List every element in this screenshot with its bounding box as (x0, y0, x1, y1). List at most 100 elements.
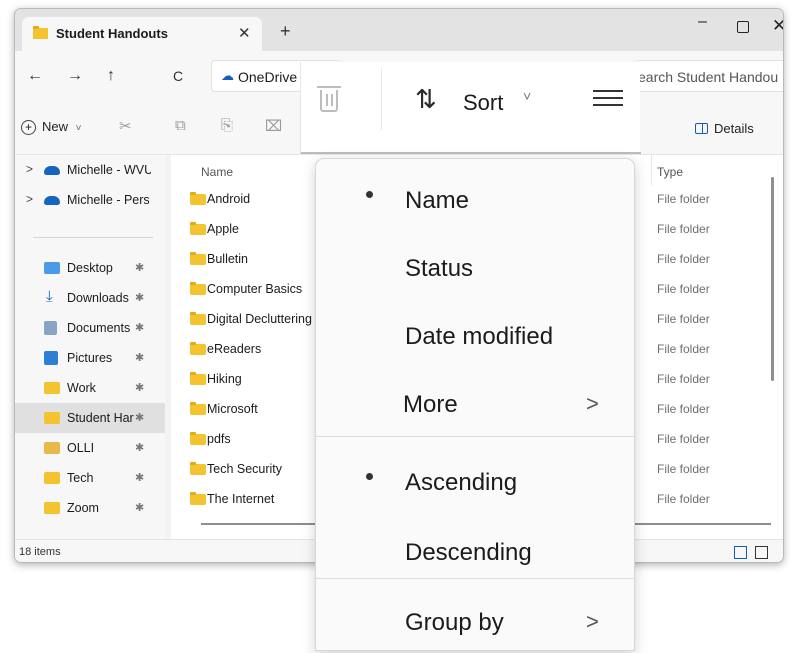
minimize-button[interactable]: – (698, 13, 707, 31)
onedrive-cloud-icon (44, 166, 60, 175)
new-tab-button[interactable]: + (280, 22, 291, 40)
search-placeholder: earch Student Handou (638, 69, 779, 85)
chevron-down-icon: ˅ (75, 123, 82, 134)
pin-icon: ✱ (135, 382, 145, 394)
chevron-right-icon[interactable]: > (26, 192, 33, 206)
menu-item-name[interactable]: Name (316, 163, 634, 231)
column-divider[interactable] (651, 155, 652, 185)
sidebar-item-zoom[interactable]: Zoom ✱ (15, 493, 165, 523)
rename-icon[interactable]: ⌧ (265, 117, 282, 135)
column-header-name[interactable]: Name (201, 165, 233, 179)
pin-icon: ✱ (135, 322, 145, 334)
navigation-pane: > Michelle - WVU > Michelle - Pers Deskt… (15, 155, 165, 539)
file-type: File folder (657, 462, 710, 476)
folder-icon (190, 432, 206, 445)
maximize-button[interactable] (737, 21, 749, 33)
file-name: eReaders (207, 342, 262, 356)
folder-icon (33, 26, 48, 39)
sidebar-item-olli[interactable]: OLLI ✱ (15, 433, 165, 463)
folder-icon (190, 372, 206, 385)
menu-item-label: Name (405, 187, 470, 214)
file-type: File folder (657, 492, 710, 506)
search-input[interactable]: earch Student Handou (635, 60, 783, 92)
pin-icon: ✱ (135, 352, 145, 364)
desktop-icon (44, 262, 60, 274)
view-options-icon[interactable] (593, 90, 623, 110)
tab-student-handouts[interactable]: Student Handouts ✕ (22, 17, 262, 51)
pin-icon: ✱ (135, 412, 145, 424)
sort-arrows-icon[interactable]: ⇅ (415, 86, 437, 112)
sidebar-item-downloads[interactable]: ⤓ Downloads ✱ (15, 283, 165, 313)
menu-item-label: Ascending (405, 469, 518, 496)
menu-item-label: Date modified (405, 323, 554, 350)
close-window-button[interactable]: ✕ (772, 16, 783, 36)
details-view-icon[interactable] (734, 546, 747, 559)
vertical-scrollbar[interactable] (771, 177, 774, 381)
pin-icon: ✱ (135, 442, 145, 454)
folder-icon (190, 492, 206, 505)
sidebar-item-pictures[interactable]: Pictures ✱ (15, 343, 165, 373)
menu-item-date-modified[interactable]: Date modified (316, 299, 634, 367)
sidebar-item-michelle-wvu[interactable]: > Michelle - WVU (15, 155, 165, 185)
sidebar-item-desktop[interactable]: Desktop ✱ (15, 253, 165, 283)
copy-icon[interactable]: ⧉ (175, 117, 186, 134)
sort-button-label[interactable]: Sort (463, 90, 503, 116)
menu-item-more[interactable]: More > (316, 367, 634, 435)
column-header-type[interactable]: Type (657, 165, 683, 179)
sidebar-item-documents[interactable]: Documents ✱ (15, 313, 165, 343)
up-button[interactable]: ↑ (107, 67, 115, 85)
menu-item-group-by[interactable]: Group by > (316, 585, 634, 653)
onedrive-cloud-icon (44, 196, 60, 205)
view-options-line (593, 97, 623, 99)
sidebar-divider (33, 237, 153, 238)
selected-bullet-icon (366, 191, 373, 198)
close-tab-icon[interactable]: ✕ (238, 24, 251, 42)
chevron-down-icon[interactable]: ˅ (523, 88, 531, 104)
plus-icon: + (21, 120, 36, 135)
new-button[interactable]: + New ˅ (21, 119, 81, 135)
folder-icon (190, 312, 206, 325)
file-type: File folder (657, 252, 710, 266)
file-name: Tech Security (207, 462, 283, 476)
forward-button[interactable]: → (67, 67, 83, 85)
details-pane-icon (695, 123, 708, 134)
menu-item-label: More (403, 391, 458, 418)
folder-icon (190, 252, 206, 265)
folder-icon (44, 412, 60, 424)
back-button[interactable]: ← (27, 67, 43, 85)
item-count: 18 items (19, 546, 61, 558)
folder-icon (44, 382, 60, 394)
tiles-view-icon[interactable] (755, 546, 768, 559)
view-options-line (593, 90, 623, 92)
sidebar-item-student-handouts[interactable]: Student Har ✱ (15, 403, 165, 433)
sidebar-item-work[interactable]: Work ✱ (15, 373, 165, 403)
sort-menu: Name Status Date modified More > Ascendi… (315, 158, 635, 651)
sidebar-item-michelle-pers[interactable]: > Michelle - Pers (15, 185, 165, 215)
sidebar-item-tech[interactable]: Tech ✱ (15, 463, 165, 493)
delete-icon[interactable] (317, 86, 341, 112)
chevron-right-icon[interactable]: > (26, 162, 33, 176)
delete-icon-body (320, 90, 338, 112)
cut-icon[interactable]: ✂ (119, 117, 132, 135)
sidebar-item-label: Michelle - WVU (67, 163, 151, 177)
refresh-button[interactable]: C (173, 68, 183, 84)
menu-item-status[interactable]: Status (316, 231, 634, 299)
paste-icon[interactable]: ⎘ (221, 117, 233, 134)
menu-item-descending[interactable]: Descending (316, 515, 634, 583)
folder-icon (190, 192, 206, 205)
pin-icon: ✱ (135, 472, 145, 484)
pin-icon: ✱ (135, 262, 145, 274)
sort-toolbar-zoom: ⇅ Sort ˅ (300, 62, 641, 154)
pin-icon: ✱ (135, 502, 145, 514)
details-button[interactable]: Details (695, 121, 754, 136)
folder-icon (44, 502, 60, 514)
title-bar: Student Handouts ✕ + – ✕ (15, 9, 783, 51)
menu-separator (316, 436, 634, 437)
view-options-line (593, 104, 623, 106)
delete-icon-lid (317, 86, 341, 88)
toolbar-bottom-border (301, 152, 641, 154)
file-name: Digital Decluttering (207, 312, 312, 326)
menu-item-ascending[interactable]: Ascending (316, 445, 634, 513)
pictures-icon (44, 351, 58, 365)
file-type: File folder (657, 432, 710, 446)
